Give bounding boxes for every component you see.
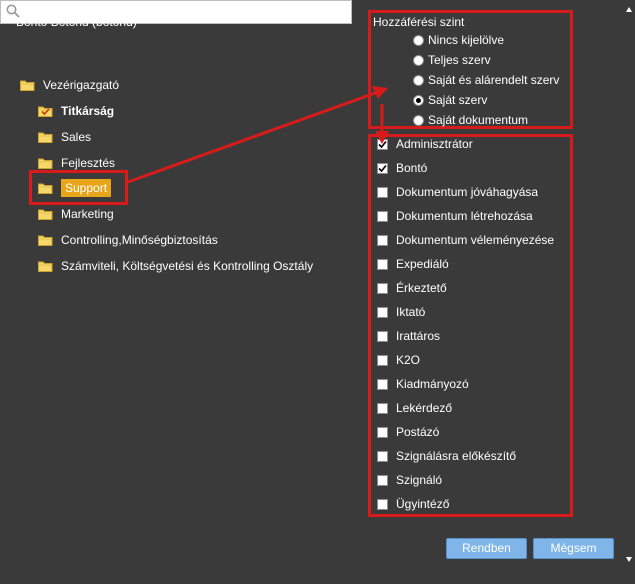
arrow-to-roles: [375, 104, 389, 144]
arrow-down-icon: [626, 557, 632, 562]
annotation-box-selected-item: [29, 170, 128, 205]
ok-button[interactable]: Rendben: [446, 538, 527, 559]
scrollbar[interactable]: [623, 0, 635, 581]
arrow-to-access-level: [127, 86, 388, 184]
scrollbar-arrows: [626, 7, 632, 562]
cancel-button[interactable]: Mégsem: [533, 538, 614, 559]
arrow-up-icon: [626, 7, 632, 12]
annotation-arrows: [127, 86, 389, 184]
